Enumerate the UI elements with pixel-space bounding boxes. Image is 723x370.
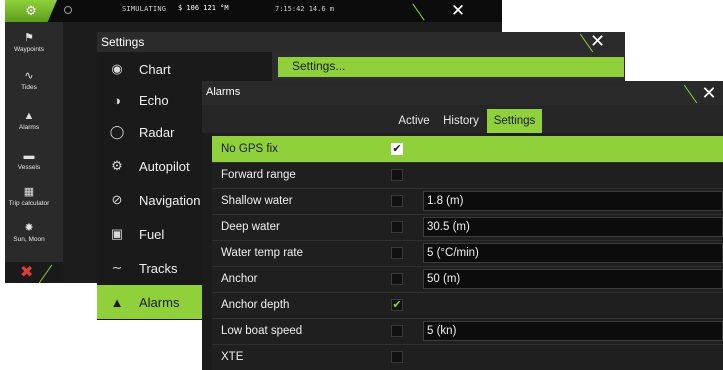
gear-icon: ⚙ — [25, 3, 37, 19]
tab-history[interactable]: History — [437, 109, 485, 133]
checkmark-icon: ✔ — [392, 298, 402, 311]
alarm-enable-checkbox[interactable]: ✔ — [391, 299, 403, 311]
alarm-row-deep-water[interactable]: Deep water 30.5 (m) — [212, 214, 723, 240]
tracks-icon: ∼ — [111, 260, 123, 275]
alarm-row-shallow-water[interactable]: Shallow water 1.8 (m) — [212, 188, 723, 214]
menu-item-label: Fuel — [139, 226, 165, 242]
settings-selected-label: Settings... — [292, 59, 346, 73]
alarm-threshold-field[interactable]: 30.5 (m) — [423, 217, 723, 237]
alarm-enable-checkbox[interactable] — [391, 169, 403, 181]
close-icon: ✕ — [590, 31, 606, 52]
sidebar-item-label: Alarms — [18, 124, 40, 131]
sidebar-item-trip-calculator[interactable]: ▦ Trip calculator — [0, 186, 58, 207]
status-indicator-icon — [64, 6, 72, 14]
simulating-label: SIMULATING — [122, 5, 167, 13]
home-close-button[interactable]: ✕ — [428, 0, 488, 22]
menu-item-label: Tracks — [139, 260, 178, 276]
alarm-threshold-field[interactable]: 50 (m) — [423, 269, 723, 289]
bell-icon: ▲ — [23, 110, 35, 122]
alarm-row-no-gps-fix[interactable]: No GPS fix ✔ — [212, 136, 723, 162]
alarm-label: No GPS fix — [221, 143, 278, 155]
exit-bar — [5, 262, 63, 283]
alarms-left-margin — [202, 133, 212, 370]
wave-icon: ∿ — [24, 70, 34, 82]
alarm-label: Water temp rate — [221, 247, 304, 259]
radar-icon: ◯ — [109, 124, 125, 139]
menu-item-label: Alarms — [139, 294, 180, 310]
menu-item-label: Navigation — [139, 192, 201, 208]
checkmark-icon: ✔ — [392, 142, 402, 155]
alarm-label: Anchor — [221, 273, 258, 285]
alarm-row-low-boat-speed[interactable]: Low boat speed 5 (kn) — [212, 318, 723, 344]
sidebar-item-label: Sun, Moon — [13, 236, 45, 243]
close-icon: ✕ — [701, 82, 717, 104]
menu-item-label: Chart — [139, 61, 171, 77]
alarm-label: Deep water — [221, 221, 280, 233]
alarm-row-anchor[interactable]: Anchor 50 (m) — [212, 266, 723, 292]
alarm-row-xte[interactable]: XTE — [212, 344, 723, 370]
vessel-icon: ▬ — [23, 150, 35, 162]
sidebar-item-sun-moon[interactable]: ✸ Sun, Moon — [0, 222, 58, 243]
alarm-row-water-temp-rate[interactable]: Water temp rate 5 (°C/min) — [212, 240, 723, 266]
settings-titlebar — [97, 32, 625, 52]
alarm-row-anchor-depth[interactable]: Anchor depth ✔ — [212, 292, 723, 318]
calculator-icon: ▦ — [23, 186, 35, 198]
alarm-bell-icon: ▲ — [110, 294, 124, 310]
sidebar-item-tides[interactable]: ∿ Tides — [0, 70, 58, 91]
alarm-enable-checkbox[interactable] — [391, 351, 403, 363]
alarm-label: Low boat speed — [221, 325, 303, 337]
navigation-icon: ⊘ — [111, 192, 123, 207]
alarm-enable-checkbox[interactable]: ✔ — [391, 143, 403, 155]
alarm-label: XTE — [221, 351, 244, 363]
alarms-title: Alarms — [206, 86, 241, 98]
sidebar-item-label: Vessels — [17, 164, 41, 171]
alarm-label: Forward range — [221, 169, 296, 181]
sidebar-item-vessels[interactable]: ▬ Vessels — [0, 150, 58, 171]
sidebar-item-waypoints[interactable]: ⚑ Waypoints — [0, 32, 58, 53]
sidebar-item-label: Waypoints — [13, 46, 45, 53]
alarm-label: Shallow water — [221, 195, 293, 207]
menu-item-label: Echo — [139, 92, 169, 108]
menu-item-label: Radar — [139, 124, 175, 140]
alarms-titlebar — [202, 81, 723, 105]
alarm-threshold-field[interactable]: 5 (kn) — [423, 321, 723, 341]
tab-settings[interactable]: Settings — [487, 109, 542, 133]
time-readout: 7:15:42 14.6 m — [275, 5, 335, 13]
echo-icon: ◑ — [113, 92, 121, 108]
autopilot-icon: ⚙ — [111, 158, 123, 173]
settings-close-button[interactable]: ✕ — [590, 31, 605, 52]
menu-item-label: Autopilot — [139, 158, 190, 174]
speed-readout: $ 106 121 °M — [178, 4, 229, 12]
sidebar-item-label: Tides — [21, 84, 37, 91]
close-icon: ✕ — [450, 1, 466, 21]
sidebar-item-alarms[interactable]: ▲ Alarms — [0, 110, 58, 131]
alarm-threshold-field[interactable]: 5 (°C/min) — [423, 243, 723, 263]
exit-x-icon[interactable]: ✖ — [20, 262, 33, 281]
tab-active[interactable]: Active — [393, 109, 435, 133]
sidebar-item-label: Trip calculator — [8, 200, 50, 207]
chart-icon: ◉ — [111, 61, 123, 76]
alarm-enable-checkbox[interactable] — [391, 195, 403, 207]
alarm-label: Anchor depth — [221, 299, 290, 311]
alarm-enable-checkbox[interactable] — [391, 247, 403, 259]
alarm-enable-checkbox[interactable] — [391, 325, 403, 337]
alarm-enable-checkbox[interactable] — [391, 221, 403, 233]
alarms-close-button[interactable]: ✕ — [695, 81, 723, 105]
fuel-icon: ▣ — [110, 226, 124, 241]
alarm-row-forward-range[interactable]: Forward range — [212, 162, 723, 188]
flag-icon: ⚑ — [24, 32, 34, 44]
alarm-threshold-field[interactable]: 1.8 (m) — [423, 191, 723, 211]
sun-icon: ✸ — [24, 222, 34, 234]
settings-title: Settings — [101, 35, 145, 49]
alarm-enable-checkbox[interactable] — [391, 273, 403, 285]
